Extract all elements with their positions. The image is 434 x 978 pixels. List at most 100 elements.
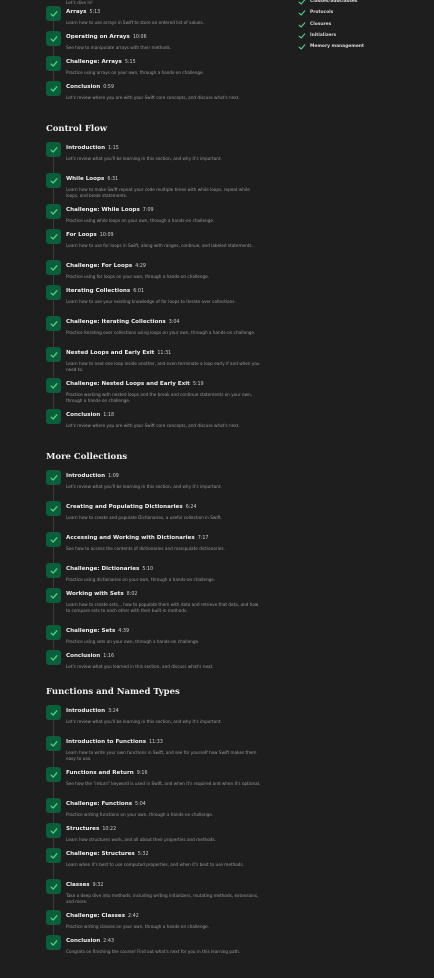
lesson-item[interactable]: Challenge: Structures 5:32 Learn when it's… — [46, 848, 262, 882]
lesson-title[interactable]: Conclusion 2:43 — [66, 935, 262, 946]
sidebar-topic-item[interactable]: Initializers — [298, 32, 428, 43]
lesson-title[interactable]: Accessing and Working with Dictionaries 7… — [66, 532, 262, 543]
lesson-title[interactable]: Functions and Return 9:16 — [66, 767, 262, 778]
lesson-title-text[interactable]: Challenge: Nested Loops and Early Exit — [66, 381, 190, 387]
lesson-title-text[interactable]: Challenge: Sets — [66, 628, 115, 634]
sidebar-topic-label[interactable]: Closures — [310, 22, 331, 27]
lesson-title-text[interactable]: For Loops — [66, 232, 97, 238]
lesson-title[interactable]: While Loops 6:31 — [66, 173, 262, 184]
completed-check-icon[interactable] — [46, 910, 61, 925]
lesson-title-text[interactable]: Accessing and Working with Dictionaries — [66, 535, 195, 541]
sidebar-topic-item[interactable]: Classes/Subclasses — [298, 0, 428, 9]
lesson-item[interactable]: Creating and Populating Dictionaries 6:24… — [46, 501, 262, 535]
completed-check-icon[interactable] — [46, 532, 61, 547]
completed-check-icon[interactable] — [46, 316, 61, 331]
lesson-title[interactable]: Conclusion 0:59 — [66, 81, 262, 92]
lesson-title-text[interactable]: Introduction to Functions — [66, 739, 146, 745]
lesson-item[interactable]: While Loops 6:31 Learn how to make Swift r… — [46, 173, 262, 207]
completed-check-icon[interactable] — [46, 470, 61, 485]
lesson-item[interactable]: Accessing and Working with Dictionaries 7… — [46, 532, 262, 566]
lesson-title[interactable]: Challenge: Functions 5:04 — [66, 798, 262, 809]
completed-check-icon[interactable] — [46, 935, 61, 950]
lesson-title-text[interactable]: Challenge: While Loops — [66, 207, 140, 213]
lesson-title[interactable]: Introduction 3:24 — [66, 705, 262, 716]
lesson-title[interactable]: Challenge: Sets 4:39 — [66, 625, 262, 636]
sidebar-topic-label[interactable]: Initializers — [310, 33, 336, 38]
sidebar-topic-label[interactable]: Protocols — [310, 10, 333, 15]
completed-check-icon[interactable] — [46, 81, 61, 96]
lesson-item[interactable]: Challenge: Classes 2:42 Practice writing c… — [46, 910, 262, 938]
completed-check-icon[interactable] — [46, 142, 61, 157]
lesson-title-text[interactable]: Challenge: Structures — [66, 851, 135, 857]
lesson-title[interactable]: Nested Loops and Early Exit 11:31 — [66, 347, 262, 358]
sidebar-topic-label[interactable]: Classes/Subclasses — [310, 0, 357, 4]
lesson-title-text[interactable]: Challenge: Iterating Collections — [66, 319, 166, 325]
lesson-title[interactable]: Conclusion 1:18 — [66, 409, 262, 420]
completed-check-icon[interactable] — [46, 204, 61, 219]
lesson-title-text[interactable]: Challenge: Dictionaries — [66, 566, 139, 572]
completed-check-icon[interactable] — [46, 409, 61, 424]
lesson-title-text[interactable]: Conclusion — [66, 653, 100, 659]
lesson-item[interactable]: For Loops 10:09 Learn how to use for loops… — [46, 229, 262, 263]
lesson-title[interactable]: Operating on Arrays 10:06 — [66, 31, 262, 42]
completed-check-icon[interactable] — [46, 6, 61, 21]
lesson-item[interactable]: Iterating Collections 6:01 Learn how to us… — [46, 285, 262, 319]
completed-check-icon[interactable] — [46, 588, 61, 603]
lesson-title-text[interactable]: Challenge: For Loops — [66, 263, 132, 269]
lesson-item[interactable]: Functions and Return 9:16 See how the "ret… — [46, 767, 262, 801]
lesson-title[interactable]: Iterating Collections 6:01 — [66, 285, 262, 296]
lesson-title[interactable]: Challenge: Iterating Collections 3:04 — [66, 316, 262, 327]
lesson-item[interactable]: Challenge: Functions 5:04 Practice writing… — [46, 798, 262, 826]
sidebar-topic-item[interactable]: Memory management — [298, 43, 428, 54]
lesson-title-text[interactable]: Introduction — [66, 473, 105, 479]
lesson-title[interactable]: Challenge: Nested Loops and Early Exit 5:… — [66, 378, 262, 389]
lesson-item[interactable]: Conclusion 1:18 Let's review where you are… — [46, 409, 262, 440]
lesson-title-text[interactable]: Arrays — [66, 9, 86, 15]
lesson-title[interactable]: Creating and Populating Dictionaries 6:24 — [66, 501, 262, 512]
lesson-item[interactable]: Challenge: Arrays 5:15 Practice using arra… — [46, 56, 262, 84]
lesson-title[interactable]: Introduction 1:15 — [66, 142, 262, 153]
lesson-title-text[interactable]: Challenge: Arrays — [66, 59, 122, 65]
lesson-item[interactable]: Introduction 1:15 Let's review what you'll… — [46, 142, 262, 176]
lesson-title-text[interactable]: Iterating Collections — [66, 288, 130, 294]
lesson-title-text[interactable]: Nested Loops and Early Exit — [66, 350, 154, 356]
lesson-item[interactable]: Introduction 1:09 Let's review what you'll… — [46, 470, 262, 504]
lesson-item[interactable]: Nested Loops and Early Exit 11:31 Learn ho… — [46, 347, 262, 381]
lesson-title[interactable]: Challenge: For Loops 4:29 — [66, 260, 262, 271]
sidebar-topic-item[interactable]: Closures — [298, 21, 428, 32]
lesson-title[interactable]: Challenge: Classes 2:42 — [66, 910, 262, 921]
lesson-item[interactable]: Conclusion 2:43 Congrats on finishing the … — [46, 935, 262, 966]
lesson-title[interactable]: Introduction 1:09 — [66, 470, 262, 481]
lesson-item[interactable]: Challenge: Iterating Collections 3:04 Prac… — [46, 316, 262, 350]
lesson-title-text[interactable]: Classes — [66, 882, 90, 888]
lesson-item[interactable]: Conclusion 1:16 Let's review what you lear… — [46, 650, 262, 675]
lesson-item[interactable]: Challenge: Sets 4:39 Practice using sets o… — [46, 625, 262, 653]
lesson-title[interactable]: Conclusion 1:16 — [66, 650, 262, 661]
lesson-item[interactable]: Challenge: Nested Loops and Early Exit 5:… — [46, 378, 262, 412]
lesson-item[interactable]: Structures 10:22 Learn how structures work… — [46, 823, 262, 851]
lesson-title-text[interactable]: Challenge: Classes — [66, 913, 125, 919]
lesson-item[interactable]: Introduction to Functions 11:33 Learn how … — [46, 736, 262, 770]
lesson-item[interactable]: Operating on Arrays 10:06 See how to manip… — [46, 31, 262, 59]
lesson-title[interactable]: Classes 9:32 — [66, 879, 262, 890]
completed-check-icon[interactable] — [46, 378, 61, 393]
completed-check-icon[interactable] — [46, 625, 61, 640]
sidebar-topic-label[interactable]: Memory management — [310, 44, 364, 49]
completed-check-icon[interactable] — [46, 173, 61, 188]
lesson-title-text[interactable]: Introduction — [66, 708, 105, 714]
lesson-title[interactable]: Challenge: Dictionaries 5:10 — [66, 563, 262, 574]
lesson-title-text[interactable]: Creating and Populating Dictionaries — [66, 504, 183, 510]
completed-check-icon[interactable] — [46, 260, 61, 275]
completed-check-icon[interactable] — [46, 31, 61, 46]
lesson-title[interactable]: Working with Sets 8:02 — [66, 588, 262, 599]
lesson-title[interactable]: Structures 10:22 — [66, 823, 262, 834]
lesson-title[interactable]: Challenge: While Loops 7:09 — [66, 204, 262, 215]
completed-check-icon[interactable] — [46, 501, 61, 516]
completed-check-icon[interactable] — [46, 285, 61, 300]
lesson-item[interactable]: Challenge: While Loops 7:09 Practice using… — [46, 204, 262, 232]
lesson-item[interactable]: Working with Sets 8:02 Learn how to create… — [46, 588, 262, 628]
completed-check-icon[interactable] — [46, 347, 61, 362]
lesson-title[interactable]: Arrays 5:13 — [66, 6, 262, 17]
completed-check-icon[interactable] — [46, 229, 61, 244]
completed-check-icon[interactable] — [46, 705, 61, 720]
